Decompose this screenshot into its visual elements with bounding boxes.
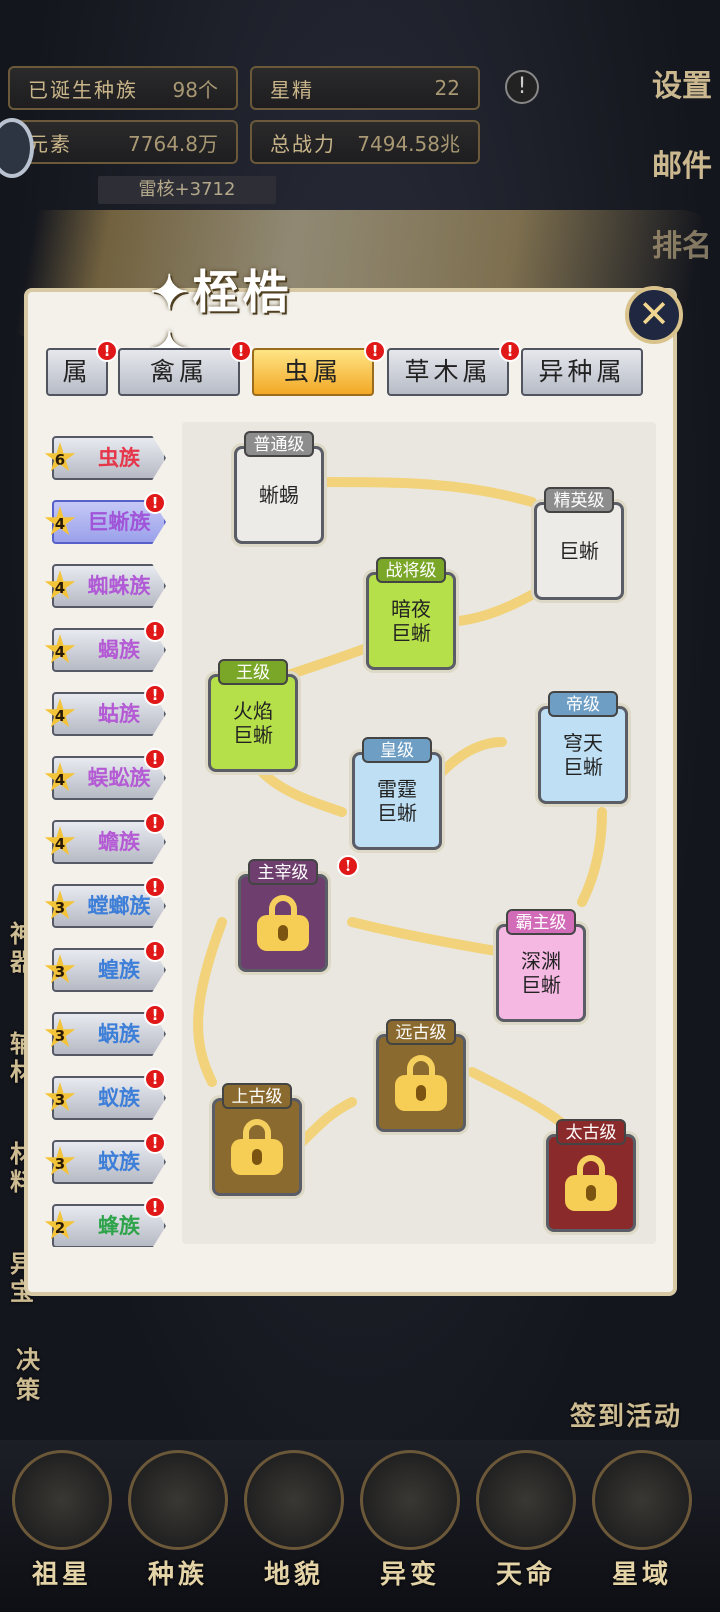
tribe-list[interactable]: 虫族 6 巨蜥族 4! 蜘蛛族 4 蝎族 4! 蛄族 4! 蜈蚣族 4! 蟾族 4! 螳螂族 3! 蝗族 3! 蜗族… <box>44 432 180 1247</box>
panel-title: ✦桎梏✦ <box>150 265 293 376</box>
essence-value: 22 <box>434 76 460 100</box>
lock-icon <box>391 1055 451 1111</box>
tribe-item[interactable]: 虫族 <box>52 436 166 480</box>
nav-label: 异变 <box>379 1560 440 1590</box>
born-label: 已诞生种族 <box>28 77 138 102</box>
tribe-badge: ! <box>144 620 166 642</box>
stage-tier-label: 上古级 <box>222 1083 292 1109</box>
tribe-badge: ! <box>144 1068 166 1090</box>
stage-card[interactable]: 战将级 暗夜 巨蜥 <box>366 557 456 670</box>
stage-card[interactable]: 帝级 穹天 巨蜥 <box>538 691 628 804</box>
nav-destiny[interactable]: 天命 <box>474 1450 578 1600</box>
nav-mutation[interactable]: 异变 <box>358 1450 462 1600</box>
stage-name: 深渊 巨蜥 <box>521 949 561 997</box>
tab-bird[interactable]: 禽属 <box>118 348 240 396</box>
decision-button[interactable]: 决策 <box>16 1345 44 1405</box>
element-stat: 元素 7764.8万 <box>8 120 238 164</box>
stage-card[interactable]: 主宰级! <box>238 855 359 972</box>
stage-card[interactable]: 王级 火焰 巨蜥 <box>208 659 298 772</box>
stage-tier-label: 远古级 <box>386 1019 456 1045</box>
stage-card[interactable]: 普通级 蜥蜴 <box>234 431 324 544</box>
evolution-map: 普通级蜥蜴 精英级巨蜥战将级暗夜 巨蜥王级火焰 巨蜥皇级雷霆 巨蜥 帝级穹天 巨蜥霸… <box>182 422 656 1244</box>
stage-tier-label: 普通级 <box>244 431 314 457</box>
tribe-badge: ! <box>144 1196 166 1218</box>
stage-tier-label: 霸主级 <box>506 909 576 935</box>
essence-stat: 星精 22 <box>250 66 480 110</box>
destiny-icon <box>476 1450 576 1550</box>
tribe-badge: ! <box>144 812 166 834</box>
tribe-item[interactable]: 蜘蛛族 <box>52 564 166 608</box>
stage-card[interactable]: 皇级 雷霆 巨蜥 <box>352 737 442 850</box>
stage-tier-label: 王级 <box>218 659 288 685</box>
stage-name: 巨蜥 <box>559 539 599 563</box>
tribe-badge: ! <box>144 940 166 962</box>
tribe-badge: ! <box>144 876 166 898</box>
species-icon <box>128 1450 228 1550</box>
stage-name: 暗夜 巨蜥 <box>391 597 431 645</box>
lock-icon <box>253 895 313 951</box>
tribe-badge: ! <box>144 1004 166 1026</box>
stage-badge: ! <box>337 855 359 877</box>
terrain-icon <box>244 1450 344 1550</box>
nav-species[interactable]: 种族 <box>126 1450 230 1600</box>
tribe-badge: ! <box>144 492 166 514</box>
power-stat: 总战力 7494.58兆 <box>250 120 480 164</box>
power-label: 总战力 <box>270 131 336 156</box>
stage-card[interactable]: 远古级 <box>376 1019 466 1132</box>
stage-tier-label: 帝级 <box>548 691 618 717</box>
element-value: 7764.8万 <box>128 131 218 156</box>
born-value: 98个 <box>172 77 218 102</box>
born-species-stat: 已诞生种族 98个 <box>8 66 238 110</box>
stage-tier-label: 精英级 <box>544 487 614 513</box>
tab-exotic[interactable]: 异种属 <box>521 348 643 396</box>
mutation-icon <box>360 1450 460 1550</box>
checkin-button[interactable]: 签到活动 <box>570 1396 682 1433</box>
stage-card[interactable]: 太古级 <box>546 1119 636 1232</box>
lock-icon <box>561 1155 621 1211</box>
stage-name: 蜥蜴 <box>259 483 299 507</box>
nav-label: 天命 <box>495 1560 556 1590</box>
info-icon[interactable]: ! <box>505 70 539 104</box>
thunder-core-stat: 雷核+3712 <box>98 176 276 204</box>
stage-card[interactable]: 精英级 巨蜥 <box>534 487 624 600</box>
lock-icon <box>227 1119 287 1175</box>
tribe-badge: ! <box>144 684 166 706</box>
tab-insect-badge: ! <box>364 340 386 362</box>
stage-card[interactable]: 霸主级 深渊 巨蜥 <box>496 909 586 1022</box>
tribe-badge: ! <box>144 1132 166 1154</box>
stage-name: 火焰 巨蜥 <box>233 699 273 747</box>
power-value: 7494.58兆 <box>357 131 460 156</box>
nav-home-star[interactable]: 祖星 <box>10 1450 114 1600</box>
nav-label: 种族 <box>147 1560 208 1590</box>
stage-name: 穹天 巨蜥 <box>563 731 603 779</box>
stage-tier-label: 主宰级 <box>248 859 318 885</box>
close-button[interactable]: ✕ <box>625 286 683 344</box>
tab-insect[interactable]: 虫属 <box>252 348 374 396</box>
stage-tier-label: 战将级 <box>376 557 446 583</box>
home-star-icon <box>12 1450 112 1550</box>
nav-label: 祖星 <box>31 1560 92 1590</box>
settings-button[interactable]: 设置 <box>648 70 716 144</box>
element-label: 元素 <box>28 131 72 156</box>
tab-beast-badge: ! <box>96 340 118 362</box>
starfield-icon <box>592 1450 692 1550</box>
stage-tier-label: 太古级 <box>556 1119 626 1145</box>
nav-label: 地貌 <box>263 1560 324 1590</box>
tab-bird-badge: ! <box>230 340 252 362</box>
nav-label: 星域 <box>611 1560 672 1590</box>
stage-name: 雷霆 巨蜥 <box>377 777 417 825</box>
tribe-badge: ! <box>144 748 166 770</box>
nav-terrain[interactable]: 地貌 <box>242 1450 346 1600</box>
essence-label: 星精 <box>270 77 314 102</box>
stage-tier-label: 皇级 <box>362 737 432 763</box>
nav-starfield[interactable]: 星域 <box>590 1450 694 1600</box>
tab-plant[interactable]: 草木属 <box>387 348 509 396</box>
stage-card[interactable]: 上古级 <box>212 1083 302 1196</box>
tab-plant-badge: ! <box>499 340 521 362</box>
